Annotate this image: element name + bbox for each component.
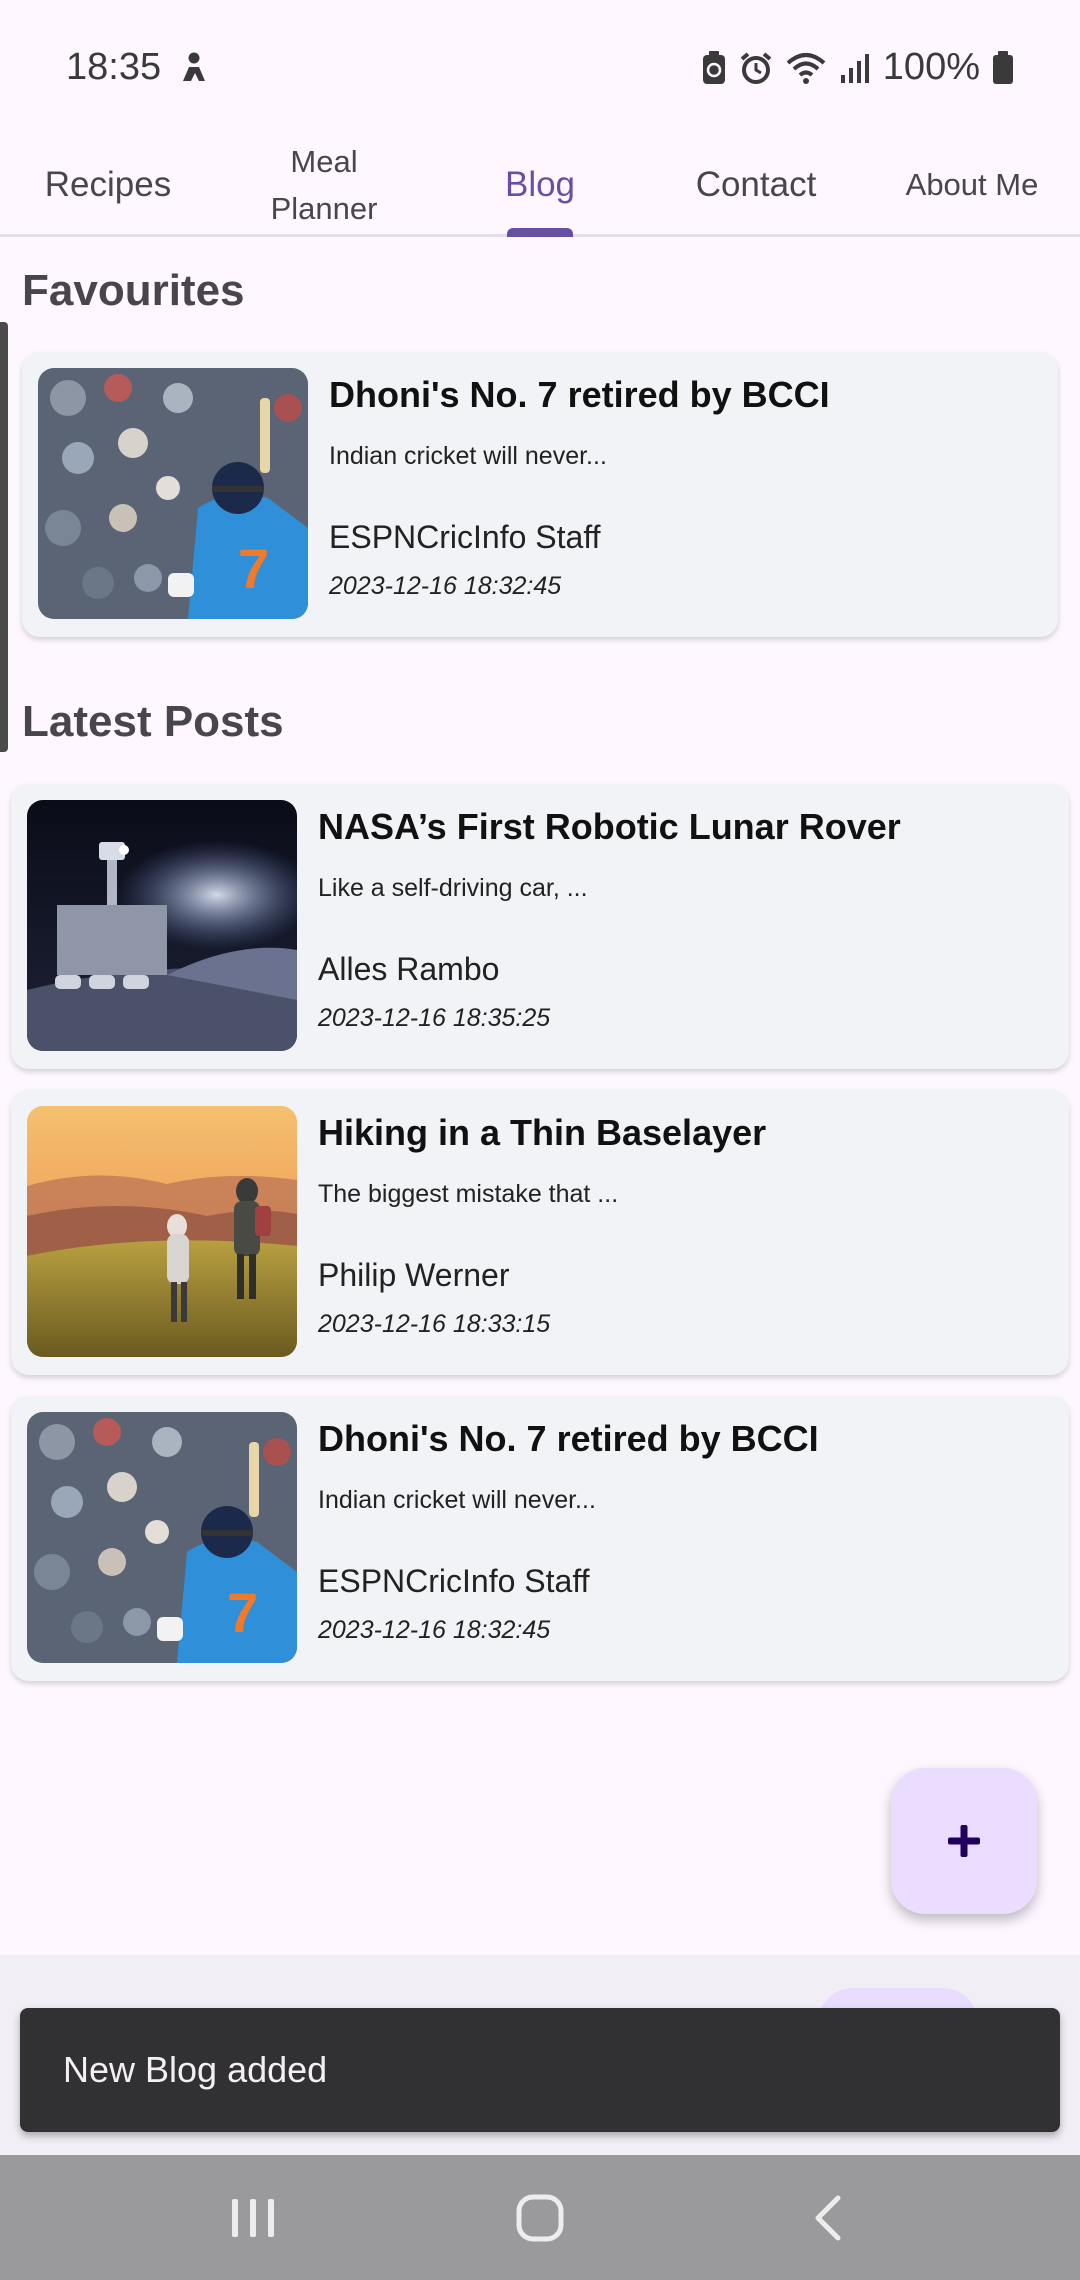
latest-posts-heading: Latest Posts bbox=[22, 697, 284, 746]
system-nav-bar bbox=[0, 2155, 1080, 2280]
post-author: Philip Werner bbox=[318, 1257, 510, 1293]
home-icon bbox=[516, 2194, 564, 2241]
card-body: NASA’s First Robotic Lunar Rover Like a … bbox=[297, 800, 901, 1053]
cricket-player-image: 7 bbox=[27, 1412, 297, 1663]
latest-post-card[interactable]: NASA’s First Robotic Lunar Rover Like a … bbox=[11, 784, 1069, 1069]
back-button[interactable] bbox=[772, 2173, 882, 2263]
plus-icon bbox=[948, 1825, 980, 1857]
cricket-player-image: 7 bbox=[38, 368, 308, 619]
recents-icon bbox=[232, 2198, 275, 2237]
latest-post-card[interactable]: Hiking in a Thin Baselayer The biggest m… bbox=[11, 1090, 1069, 1375]
home-button[interactable] bbox=[485, 2173, 595, 2263]
post-author: ESPNCricInfo Staff bbox=[329, 519, 601, 555]
post-title: Dhoni's No. 7 retired by BCCI bbox=[318, 1418, 819, 1459]
post-excerpt: Like a self-driving car, ... bbox=[318, 874, 588, 902]
tab-label: Contact bbox=[695, 164, 817, 204]
wifi-icon bbox=[785, 51, 827, 85]
battery-percent: 100% bbox=[882, 46, 980, 88]
status-time: 18:35 bbox=[66, 46, 162, 88]
tab-about-me[interactable]: About Me bbox=[864, 135, 1080, 234]
post-excerpt: The biggest mistake that ... bbox=[318, 1180, 619, 1208]
alarm-icon bbox=[739, 51, 773, 85]
status-bar: 18:35 100% bbox=[0, 0, 1080, 135]
signal-icon bbox=[839, 51, 871, 85]
recents-button[interactable] bbox=[198, 2173, 308, 2263]
post-title: NASA’s First Robotic Lunar Rover bbox=[318, 806, 901, 847]
status-left: 18:35 bbox=[66, 46, 209, 89]
scroll-edge-indicator[interactable] bbox=[0, 322, 8, 752]
post-excerpt: Indian cricket will never... bbox=[318, 1486, 596, 1514]
latest-post-card[interactable]: 7 Dhoni's No. 7 retired by BCCI Indian c… bbox=[11, 1396, 1069, 1681]
post-date: 2023-12-16 18:32:45 bbox=[318, 1616, 551, 1644]
tab-label: Blog bbox=[504, 164, 576, 204]
battery-saver-icon bbox=[701, 50, 727, 86]
post-date: 2023-12-16 18:32:45 bbox=[329, 572, 562, 600]
person-status-icon bbox=[179, 51, 209, 85]
active-tab-indicator bbox=[507, 228, 573, 237]
top-tabs: Recipes Meal Planner Blog Contact About … bbox=[0, 135, 1080, 237]
blog-screen: 18:35 100% Recipes Meal Planner Blog Con… bbox=[0, 0, 1080, 2280]
post-author: ESPNCricInfo Staff bbox=[318, 1563, 590, 1599]
post-title: Hiking in a Thin Baselayer bbox=[318, 1112, 767, 1153]
status-right: 100% bbox=[701, 46, 1014, 89]
tab-label: Meal Planner bbox=[270, 143, 378, 226]
back-icon bbox=[815, 2195, 841, 2240]
post-title: Dhoni's No. 7 retired by BCCI bbox=[329, 374, 830, 415]
post-date: 2023-12-16 18:35:25 bbox=[318, 1004, 551, 1032]
favourite-post-card[interactable]: 7 Dhoni's No. 7 retired by BCCI Indian c… bbox=[22, 352, 1058, 637]
post-date: 2023-12-16 18:33:15 bbox=[318, 1310, 551, 1338]
tab-contact[interactable]: Contact bbox=[648, 135, 864, 234]
battery-icon bbox=[992, 50, 1014, 85]
snackbar-message: New Blog added bbox=[63, 2049, 328, 2090]
tab-blog[interactable]: Blog bbox=[432, 135, 648, 237]
card-body: Hiking in a Thin Baselayer The biggest m… bbox=[297, 1106, 766, 1359]
tab-meal-planner[interactable]: Meal Planner bbox=[216, 135, 432, 234]
post-author: Alles Rambo bbox=[318, 951, 500, 987]
card-body: Dhoni's No. 7 retired by BCCI Indian cri… bbox=[308, 368, 830, 621]
lunar-rover-image bbox=[27, 800, 297, 1051]
post-excerpt: Indian cricket will never... bbox=[329, 442, 607, 470]
svg-text:7: 7 bbox=[238, 537, 269, 600]
svg-text:7: 7 bbox=[227, 1581, 258, 1644]
favourites-heading: Favourites bbox=[22, 266, 245, 315]
tab-recipes[interactable]: Recipes bbox=[0, 135, 216, 234]
card-body: Dhoni's No. 7 retired by BCCI Indian cri… bbox=[297, 1412, 819, 1665]
hikers-image bbox=[27, 1106, 297, 1357]
tab-label: About Me bbox=[905, 166, 1039, 202]
add-blog-button[interactable] bbox=[891, 1768, 1037, 1914]
snackbar: New Blog added bbox=[20, 2008, 1060, 2132]
tab-label: Recipes bbox=[44, 164, 172, 204]
